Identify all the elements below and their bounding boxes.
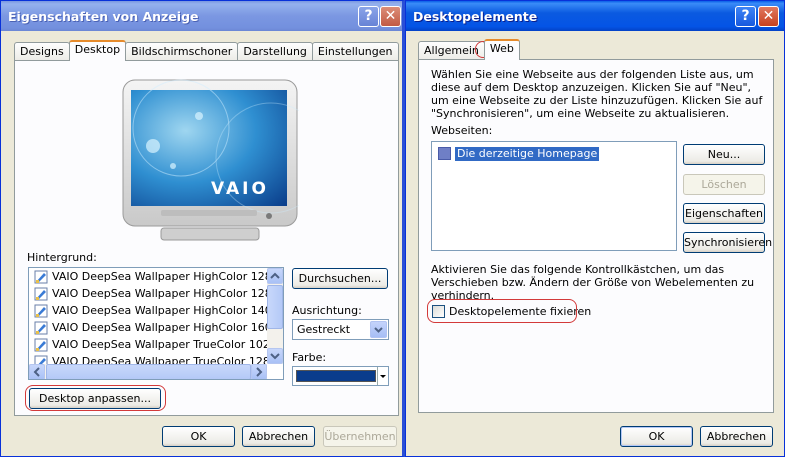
window-title: Eigenschaften von Anzeige bbox=[8, 9, 199, 24]
browse-button[interactable]: Durchsuchen... bbox=[292, 268, 388, 289]
list-item[interactable]: VAIO DeepSea Wallpaper HighColor 1600x12… bbox=[29, 319, 267, 336]
scroll-thumb-horizontal[interactable] bbox=[46, 364, 251, 379]
tab-web[interactable]: Web bbox=[483, 39, 520, 60]
image-file-icon bbox=[34, 287, 48, 301]
scroll-right-arrow-icon[interactable] bbox=[251, 364, 267, 379]
dropdown-arrow-icon[interactable] bbox=[377, 367, 388, 385]
tab-bildschirmschoner[interactable]: Bildschirmschoner bbox=[125, 42, 239, 61]
window-title: Desktopelemente bbox=[413, 9, 538, 24]
alignment-label: Ausrichtung: bbox=[292, 304, 362, 317]
list-item[interactable]: VAIO DeepSea Wallpaper HighColor 1280x76… bbox=[29, 285, 267, 302]
highlight-circle bbox=[427, 299, 577, 323]
synchronize-button[interactable]: Synchronisieren bbox=[683, 232, 772, 253]
close-button[interactable]: ✕ bbox=[758, 6, 779, 27]
tab-einstellungen[interactable]: Einstellungen bbox=[311, 42, 399, 61]
tab-designs[interactable]: Designs bbox=[14, 42, 70, 61]
color-label: Farbe: bbox=[292, 351, 327, 364]
scroll-down-arrow-icon[interactable] bbox=[267, 348, 283, 364]
wallpaper-list-vscrollbar[interactable] bbox=[267, 268, 283, 364]
scroll-left-arrow-icon[interactable] bbox=[29, 364, 45, 379]
list-item[interactable]: VAIO DeepSea Wallpaper TrueColor 1280x10… bbox=[29, 353, 267, 364]
ok-button[interactable]: OK bbox=[162, 426, 235, 447]
web-description: Wählen Sie eine Webseite aus der folgend… bbox=[431, 68, 763, 120]
scroll-up-arrow-icon[interactable] bbox=[267, 268, 283, 284]
desktop-items-titlebar[interactable]: Desktopelemente ? ✕ bbox=[406, 1, 784, 31]
list-item[interactable]: VAIO DeepSea Wallpaper HighColor 1280x10… bbox=[29, 268, 267, 285]
display-properties-dialog: Eigenschaften von Anzeige ? ✕ Designs De… bbox=[0, 0, 405, 457]
ok-button[interactable]: OK bbox=[620, 426, 693, 447]
display-tabs: Designs Desktop Bildschirmschoner Darste… bbox=[14, 40, 399, 61]
alignment-value: Gestreckt bbox=[297, 323, 351, 336]
close-button[interactable]: ✕ bbox=[380, 6, 401, 27]
list-item[interactable]: VAIO DeepSea Wallpaper TrueColor 1024x76… bbox=[29, 336, 267, 353]
monitor-brand-logo: VAIO bbox=[211, 179, 269, 199]
background-label: Hintergrund: bbox=[27, 251, 97, 264]
desktop-tab-panel: VAIO Hintergrund: VAIO DeepSea Wallpaper… bbox=[14, 60, 399, 416]
list-item[interactable]: Die derzeitige Homepage bbox=[438, 146, 600, 161]
image-file-icon bbox=[34, 270, 48, 284]
chevron-down-icon[interactable] bbox=[370, 321, 387, 338]
image-file-icon bbox=[34, 355, 48, 364]
webpages-label: Webseiten: bbox=[431, 124, 493, 137]
monitor-preview bbox=[122, 79, 299, 241]
tab-darstellung[interactable]: Darstellung bbox=[237, 42, 313, 61]
new-button[interactable]: Neu... bbox=[683, 144, 765, 165]
delete-button[interactable]: Löschen bbox=[683, 174, 765, 195]
cancel-button[interactable]: Abbrechen bbox=[242, 426, 315, 447]
properties-button[interactable]: Eigenschaften bbox=[683, 203, 765, 224]
highlight-circle bbox=[25, 385, 166, 411]
tab-desktop[interactable]: Desktop bbox=[68, 40, 127, 61]
wallpaper-list[interactable]: VAIO DeepSea Wallpaper HighColor 1280x10… bbox=[28, 267, 284, 380]
color-picker-button[interactable] bbox=[292, 366, 389, 386]
image-file-icon bbox=[34, 321, 48, 335]
image-file-icon bbox=[34, 304, 48, 318]
wallpaper-list-hscrollbar[interactable] bbox=[29, 364, 267, 379]
desktop-items-tabs: Allgemein Web bbox=[418, 39, 520, 60]
image-file-icon bbox=[34, 338, 48, 352]
help-button[interactable]: ? bbox=[735, 6, 756, 27]
desktop-items-dialog: Desktopelemente ? ✕ Allgemein Web Wählen… bbox=[405, 0, 785, 457]
lock-description: Aktivieren Sie das folgende Kontrollkäst… bbox=[431, 263, 755, 302]
list-item[interactable]: VAIO DeepSea Wallpaper HighColor 1400x10… bbox=[29, 302, 267, 319]
help-button[interactable]: ? bbox=[358, 6, 379, 27]
cancel-button[interactable]: Abbrechen bbox=[700, 426, 773, 447]
scroll-thumb[interactable] bbox=[267, 285, 283, 329]
display-properties-titlebar[interactable]: Eigenschaften von Anzeige ? ✕ bbox=[1, 1, 402, 31]
color-swatch bbox=[296, 370, 376, 382]
checkbox-checked-icon[interactable] bbox=[438, 147, 451, 160]
alignment-select[interactable]: Gestreckt bbox=[292, 319, 389, 340]
webpages-list[interactable]: Die derzeitige Homepage bbox=[431, 141, 677, 251]
web-tab-panel: Wählen Sie eine Webseite aus der folgend… bbox=[418, 59, 774, 413]
apply-button[interactable]: Übernehmen bbox=[323, 426, 397, 447]
